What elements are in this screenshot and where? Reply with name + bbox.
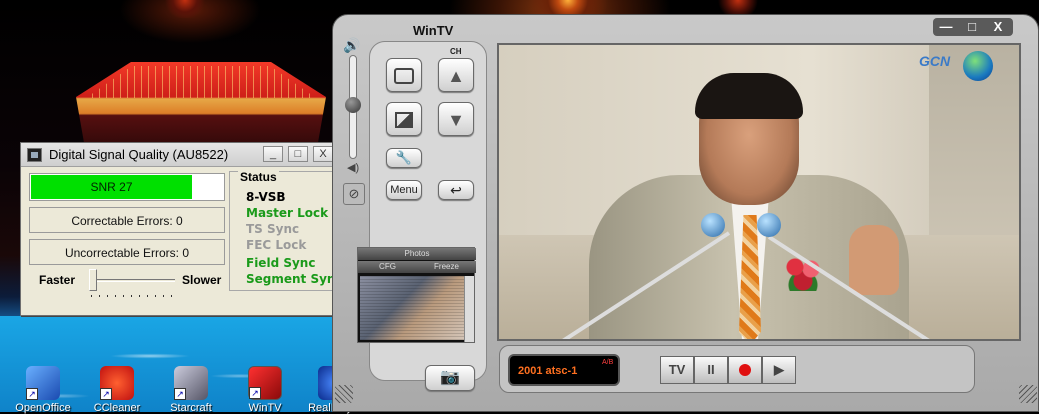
desktop-icon-label: CCleaner	[93, 402, 141, 414]
tv-icon	[394, 68, 414, 84]
signal-quality-window: Digital Signal Quality (AU8522) _ □ X SN…	[20, 142, 343, 316]
playback-controls-bar: 2001 atsc-1 A/B TV II ▶	[499, 345, 975, 393]
slower-label: Slower	[182, 273, 222, 287]
thumbnail-scrollbar[interactable]	[464, 276, 474, 342]
arrow-up-icon: ▲	[447, 66, 465, 86]
desktop-icon-starcraft[interactable]: ↗ Starcraft	[156, 366, 226, 414]
window-title: Digital Signal Quality (AU8522)	[49, 147, 229, 162]
microphone-head-right	[757, 213, 781, 237]
ccleaner-icon: ↗	[100, 366, 134, 400]
chip-icon	[27, 148, 42, 162]
openoffice-icon: ↗	[26, 366, 60, 400]
minimize-button[interactable]: _	[263, 146, 283, 162]
volume-low-icon: ◀)	[347, 162, 360, 174]
wintv-maximize-button[interactable]: □	[961, 19, 983, 35]
wintv-window: WinTV — □ X 🔊 ◀) ⊘ ▲ ▼ 🔧 Menu ↩ CH Photo…	[332, 14, 1039, 412]
channel-display-text: 2001 atsc-1	[518, 365, 578, 377]
correctable-errors-box: Correctable Errors: 0	[29, 207, 225, 233]
freeze-tab[interactable]: Freeze	[417, 261, 476, 273]
speed-slider-track[interactable]	[89, 279, 175, 282]
close-button[interactable]: X	[313, 146, 333, 162]
snr-label: SNR 27	[90, 180, 133, 194]
channel-down-button[interactable]: ▼	[438, 102, 474, 136]
snapshot-button[interactable]: 📷	[425, 365, 475, 391]
tv-button[interactable]: TV	[660, 356, 694, 384]
back-button[interactable]: ↩	[438, 180, 474, 200]
status-segment-sync: Segment Sync	[246, 272, 343, 286]
thumbnail-image[interactable]	[360, 276, 464, 340]
settings-button[interactable]: 🔧	[386, 148, 422, 168]
wintv-close-button[interactable]: X	[987, 19, 1009, 35]
microphone-head-left	[701, 213, 725, 237]
video-speaker-hair	[695, 73, 803, 119]
resize-grip-right[interactable]	[1019, 385, 1037, 403]
correctable-errors-label: Correctable Errors: 0	[71, 214, 183, 228]
pip-icon	[395, 112, 413, 128]
channel-label: CH	[450, 47, 462, 56]
video-speaker-hand	[849, 225, 899, 295]
desktop-icon-openoffice[interactable]: ↗ OpenOffice	[8, 366, 78, 414]
thumbnail-preview: Photos CFG Freeze	[357, 247, 476, 343]
status-master-lock: Master Lock	[246, 206, 329, 220]
menu-button[interactable]: Menu	[386, 180, 422, 200]
desktop-icon-label: Starcraft	[170, 402, 212, 414]
photos-tab[interactable]: Photos	[358, 248, 476, 260]
wintv-window-controls: — □ X	[933, 18, 1013, 36]
snr-meter: SNR 27	[29, 173, 225, 201]
record-button[interactable]	[728, 356, 762, 384]
pause-button[interactable]: II	[694, 356, 728, 384]
desktop-icon-label: WinTV	[248, 402, 282, 414]
tv-video-area[interactable]: GCN	[497, 43, 1021, 341]
speed-slider-ticks	[91, 295, 177, 297]
channel-display: 2001 atsc-1 A/B	[508, 354, 620, 386]
update-speed-slider-group: Faster Slower	[29, 267, 229, 303]
status-fec-lock: FEC Lock	[246, 238, 307, 252]
play-button[interactable]: ▶	[762, 356, 796, 384]
wintv-minimize-button[interactable]: —	[935, 19, 957, 35]
volume-icon: 🔊	[343, 37, 361, 53]
maximize-button[interactable]: □	[288, 146, 308, 162]
mute-button[interactable]: ⊘	[343, 183, 365, 205]
status-title: Status	[238, 170, 279, 184]
channel-ab-indicator: A/B	[602, 359, 614, 366]
uncorrectable-errors-label: Uncorrectable Errors: 0	[64, 246, 190, 260]
volume-slider-thumb[interactable]	[345, 97, 361, 113]
cfg-tab[interactable]: CFG	[358, 261, 417, 273]
desktop-light-ornament	[165, 0, 205, 18]
status-field-sync: Field Sync	[246, 256, 316, 270]
arrow-down-icon: ▼	[447, 110, 465, 130]
signal-quality-titlebar[interactable]: Digital Signal Quality (AU8522) _ □ X	[21, 143, 337, 167]
status-ts-sync: TS Sync	[246, 222, 300, 236]
desktop-icon-ccleaner[interactable]: ↗ CCleaner	[82, 366, 152, 414]
speed-slider-thumb[interactable]	[89, 269, 97, 291]
uncorrectable-errors-box: Uncorrectable Errors: 0	[29, 239, 225, 265]
back-arrow-icon: ↩	[450, 182, 462, 198]
resize-grip-left[interactable]	[335, 385, 353, 403]
desktop-icon-label: OpenOffice	[15, 402, 71, 414]
globe-icon	[963, 51, 993, 81]
status-8vsb: 8-VSB	[246, 190, 286, 204]
wrench-icon: 🔧	[395, 150, 413, 165]
camera-icon: 📷	[440, 369, 460, 386]
tv-mode-button[interactable]	[386, 58, 422, 92]
faster-label: Faster	[39, 273, 76, 287]
wintv-icon: ↗	[248, 366, 282, 400]
pip-button[interactable]	[386, 102, 422, 136]
status-group: Status 8-VSB Master Lock TS Sync FEC Loc…	[229, 170, 343, 291]
starcraft-icon: ↗	[174, 366, 208, 400]
desktop-icon-wintv[interactable]: ↗ WinTV	[230, 366, 300, 414]
record-icon	[739, 364, 751, 376]
wintv-title: WinTV	[413, 23, 454, 38]
channel-up-button[interactable]: ▲	[438, 58, 474, 92]
